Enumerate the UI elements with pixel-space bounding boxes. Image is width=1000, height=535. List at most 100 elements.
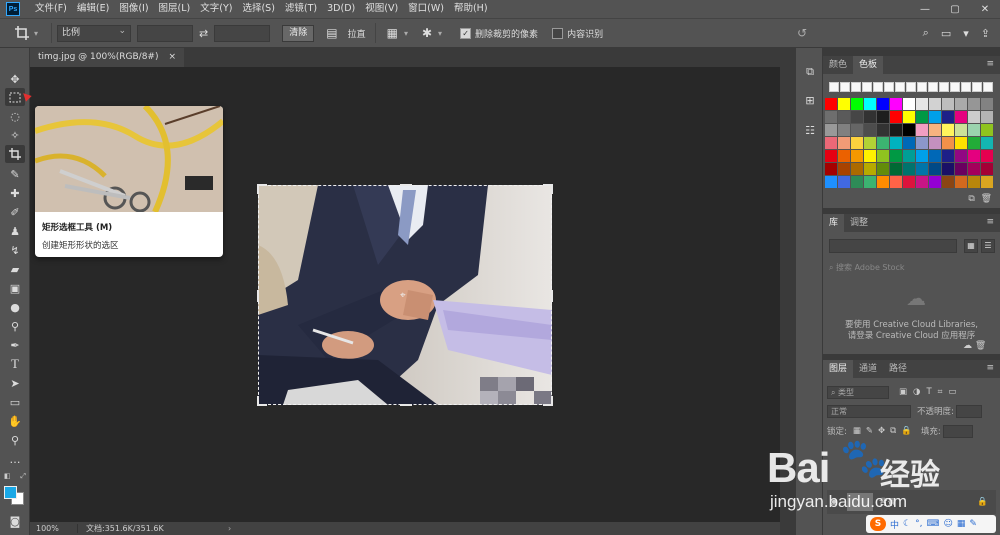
- chevron-down-icon[interactable]: ▾: [404, 29, 408, 38]
- crop-tool-icon[interactable]: [5, 145, 25, 163]
- color-swatch[interactable]: [825, 176, 837, 188]
- keyboard-icon[interactable]: ⌨: [926, 519, 939, 529]
- color-swatch[interactable]: [916, 124, 928, 136]
- color-swatch[interactable]: [981, 176, 993, 188]
- color-swatch[interactable]: [825, 124, 837, 136]
- color-swatch[interactable]: [851, 150, 863, 162]
- color-swatch[interactable]: [942, 137, 954, 149]
- panel-menu-icon[interactable]: ≡: [986, 363, 994, 373]
- swap-icon[interactable]: ⇄: [199, 27, 208, 40]
- straighten-label[interactable]: 拉直: [348, 27, 366, 40]
- type-tool-icon[interactable]: T: [5, 355, 25, 373]
- healing-brush-tool-icon[interactable]: ✚: [5, 184, 25, 202]
- color-swatch[interactable]: [864, 163, 876, 175]
- color-swatch[interactable]: [890, 163, 902, 175]
- library-search[interactable]: ⌕ 搜索 Adobe Stock: [829, 262, 994, 275]
- color-swatch[interactable]: [968, 124, 980, 136]
- opacity-input[interactable]: [955, 404, 982, 418]
- straighten-icon[interactable]: ▤: [326, 26, 337, 40]
- color-swatch[interactable]: [825, 98, 837, 110]
- color-swatch[interactable]: [955, 137, 967, 149]
- grid-overlay-icon[interactable]: ▦: [387, 26, 398, 40]
- recent-swatch[interactable]: [961, 82, 971, 92]
- ratio-height-input[interactable]: [214, 24, 271, 42]
- hand-tool-icon[interactable]: ✋: [5, 412, 25, 430]
- color-swatch[interactable]: [838, 111, 850, 123]
- color-swatch[interactable]: [955, 124, 967, 136]
- color-swatch[interactable]: [864, 176, 876, 188]
- clone-stamp-tool-icon[interactable]: ♟: [5, 222, 25, 240]
- color-swatch[interactable]: [890, 98, 902, 110]
- swap-colors-icon[interactable]: ⤢: [20, 472, 26, 481]
- crop-handle-left[interactable]: [257, 290, 260, 302]
- menu-view[interactable]: 视图(V): [360, 0, 403, 18]
- eyedropper-tool-icon[interactable]: ✎: [5, 165, 25, 183]
- grid-icon[interactable]: ▦: [957, 519, 966, 529]
- color-swatch[interactable]: [903, 176, 915, 188]
- color-swatch[interactable]: [903, 150, 915, 162]
- delete-cropped-checkbox[interactable]: ✓: [460, 27, 472, 39]
- color-swatch[interactable]: [929, 150, 941, 162]
- blend-mode-select[interactable]: 正常: [827, 404, 911, 418]
- panel-menu-icon[interactable]: ≡: [986, 217, 994, 227]
- chevron-down-icon[interactable]: ▾: [963, 27, 969, 40]
- menu-layer[interactable]: 图层(L): [154, 0, 196, 18]
- color-swatch[interactable]: [851, 124, 863, 136]
- color-swatch[interactable]: [968, 98, 980, 110]
- crop-tool-preset-icon[interactable]: [10, 23, 34, 43]
- color-swatch[interactable]: [851, 163, 863, 175]
- menu-help[interactable]: 帮助(H): [449, 0, 493, 18]
- zoom-tool-icon[interactable]: ⚲: [5, 431, 25, 449]
- pen-tool-icon[interactable]: ✒: [5, 336, 25, 354]
- color-swatch[interactable]: [877, 137, 889, 149]
- menu-window[interactable]: 窗口(W): [403, 0, 449, 18]
- color-swatch[interactable]: [877, 176, 889, 188]
- color-swatch[interactable]: [968, 111, 980, 123]
- crop-handle-right[interactable]: [550, 290, 553, 302]
- color-swatch[interactable]: [825, 150, 837, 162]
- blur-tool-icon[interactable]: ●: [5, 298, 25, 316]
- grid-view-icon[interactable]: ▦: [964, 239, 978, 253]
- color-swatch[interactable]: [916, 176, 928, 188]
- panel-menu-icon[interactable]: ≡: [986, 59, 994, 69]
- rectangle-tool-icon[interactable]: ▭: [5, 393, 25, 411]
- default-colors-icon[interactable]: ◧: [4, 472, 11, 481]
- color-swatch[interactable]: [838, 163, 850, 175]
- color-swatch[interactable]: [942, 150, 954, 162]
- moon-icon[interactable]: ☾: [903, 519, 911, 529]
- color-swatch[interactable]: [838, 98, 850, 110]
- layer-filter-icons[interactable]: ▣◑T⌗▭: [899, 387, 962, 397]
- color-swatch[interactable]: [981, 124, 993, 136]
- color-swatch[interactable]: [890, 150, 902, 162]
- list-view-icon[interactable]: ☰: [981, 239, 995, 253]
- properties-panel-icon[interactable]: ⊞: [802, 92, 818, 108]
- crop-handle-bottom-left[interactable]: [257, 396, 267, 406]
- color-swatch[interactable]: [825, 111, 837, 123]
- punctuation-icon[interactable]: °,: [915, 519, 922, 529]
- recent-swatch[interactable]: [983, 82, 993, 92]
- tab-color[interactable]: 颜色: [823, 56, 853, 74]
- recent-swatch[interactable]: [862, 82, 872, 92]
- close-icon[interactable]: ×: [168, 48, 176, 67]
- workspace-icon[interactable]: ▭: [941, 27, 951, 40]
- menu-select[interactable]: 选择(S): [237, 0, 279, 18]
- close-button[interactable]: ✕: [970, 4, 1000, 15]
- color-swatch[interactable]: [851, 111, 863, 123]
- color-swatch[interactable]: [981, 98, 993, 110]
- chevron-down-icon[interactable]: ▾: [438, 29, 442, 38]
- recent-swatch[interactable]: [917, 82, 927, 92]
- path-selection-tool-icon[interactable]: ➤: [5, 374, 25, 392]
- crop-handle-bottom[interactable]: [400, 403, 412, 406]
- color-swatch[interactable]: [955, 163, 967, 175]
- color-swatch[interactable]: [942, 176, 954, 188]
- recent-swatch[interactable]: [851, 82, 861, 92]
- color-swatch[interactable]: [942, 98, 954, 110]
- crop-handle-top-right[interactable]: [543, 184, 553, 194]
- color-swatch[interactable]: [851, 137, 863, 149]
- recent-swatch[interactable]: [972, 82, 982, 92]
- crop-handle-top-left[interactable]: [257, 184, 267, 194]
- color-swatch[interactable]: [890, 176, 902, 188]
- lock-icons[interactable]: ▦✎✥⧉🔒: [853, 426, 917, 436]
- color-swatch[interactable]: [929, 163, 941, 175]
- color-swatch[interactable]: [825, 163, 837, 175]
